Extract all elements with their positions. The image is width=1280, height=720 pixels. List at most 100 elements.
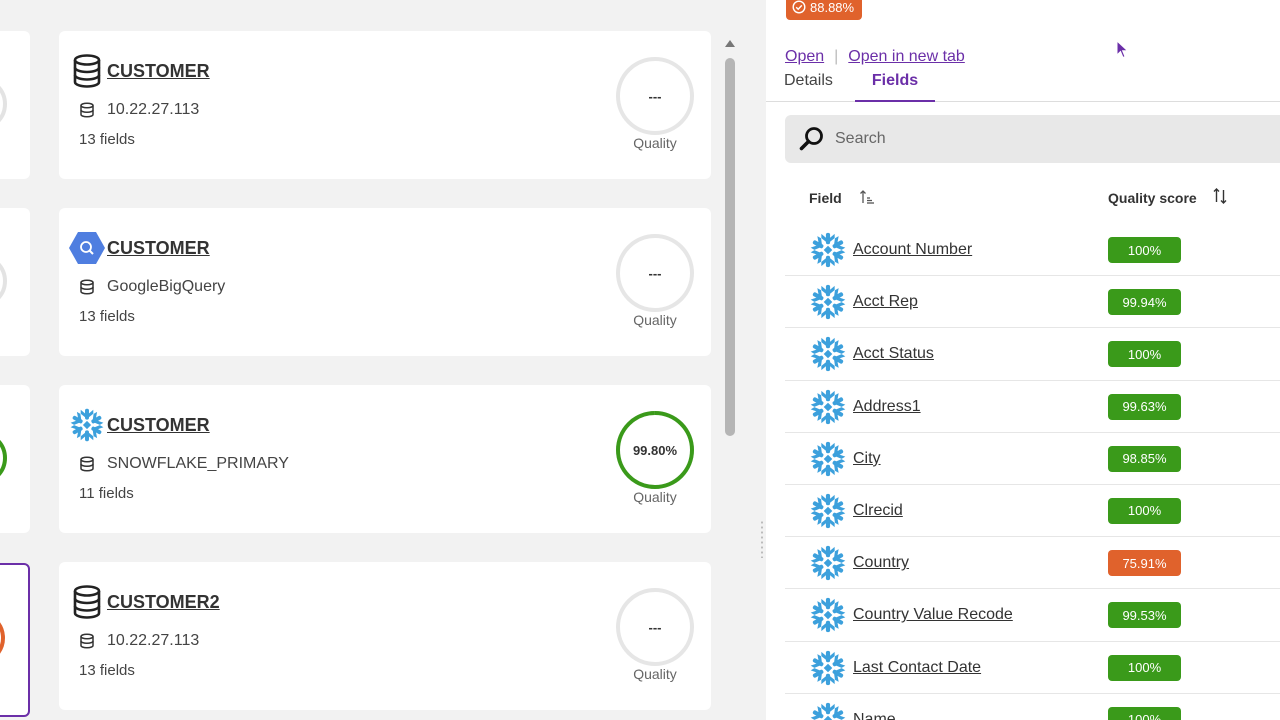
quality-score-badge: 100% — [1108, 497, 1181, 524]
partial-card-1[interactable] — [0, 31, 30, 179]
snowflake-icon — [809, 544, 847, 582]
table-row[interactable]: Name 100% — [785, 694, 1280, 720]
fields-table-body: Account Number 100% Acct Rep 99.94% Acct Sta… — [785, 224, 1280, 720]
card-title[interactable]: CUSTOMER — [107, 238, 210, 259]
table-row[interactable]: Last Contact Date 100% — [785, 642, 1280, 694]
dataset-card[interactable]: CUSTOMER2 10.22.27.113 13 fields --- Qua… — [59, 562, 711, 710]
card-source-text: GoogleBigQuery — [107, 278, 226, 295]
database-small-icon — [80, 633, 94, 649]
card-title[interactable]: CUSTOMER — [107, 415, 210, 436]
quality-score-badge: 99.53% — [1108, 602, 1181, 629]
table-row[interactable]: City 98.85% — [785, 433, 1280, 485]
quality-ring-partial — [0, 439, 7, 477]
quality-label: Quality — [633, 666, 677, 682]
snowflake-icon — [809, 492, 847, 530]
field-name-link[interactable]: Acct Rep — [853, 293, 918, 311]
field-name-link[interactable]: Account Number — [853, 241, 972, 259]
dataset-card[interactable]: CUSTOMER 10.22.27.113 13 fields --- Qual… — [59, 31, 711, 179]
field-name-link[interactable]: Country — [853, 554, 909, 572]
bigquery-icon — [69, 230, 105, 266]
table-row[interactable]: Acct Status 100% — [785, 328, 1280, 381]
scrollbar-thumb[interactable] — [725, 58, 735, 436]
card-title-row: CUSTOMER2 — [69, 584, 220, 620]
card-source: SNOWFLAKE_PRIMARY — [79, 455, 289, 473]
snowflake-icon — [809, 440, 847, 478]
snowflake-icon — [809, 335, 847, 373]
card-source-text: 10.22.27.113 — [107, 101, 200, 118]
snowflake-icon — [809, 231, 847, 269]
snowflake-icon — [809, 283, 847, 321]
dataset-card[interactable]: CUSTOMER GoogleBigQuery 13 fields --- Qu… — [59, 208, 711, 356]
search-input[interactable] — [835, 130, 1235, 148]
table-row[interactable]: Country Value Recode 99.53% — [785, 589, 1280, 642]
snowflake-icon — [809, 701, 847, 720]
field-name-link[interactable]: Acct Status — [853, 345, 934, 363]
card-title[interactable]: CUSTOMER — [107, 61, 210, 82]
card-field-count: 13 fields — [79, 308, 135, 325]
snowflake-icon — [809, 649, 847, 687]
quality-ring-partial — [0, 622, 5, 654]
field-name-link[interactable]: Country Value Recode — [853, 606, 1013, 624]
snowflake-icon — [809, 388, 847, 426]
quality-badge: 88.88% — [786, 0, 863, 20]
quality-score-badge: 99.94% — [1108, 289, 1181, 316]
quality-score-badge: 100% — [1108, 654, 1181, 681]
dataset-list-panel: CUSTOMER 10.22.27.113 13 fields --- Qual… — [0, 0, 740, 720]
column-header-field[interactable]: Field — [809, 190, 842, 206]
panel-splitter[interactable] — [740, 0, 766, 720]
open-links: Open | Open in new tab — [785, 48, 965, 66]
sort-ascending-icon[interactable] — [859, 188, 875, 206]
table-row[interactable]: Country 75.91% — [785, 537, 1280, 590]
table-row[interactable]: Address1 99.63% — [785, 381, 1280, 433]
quality-score-badge: 100% — [1108, 341, 1181, 368]
card-title[interactable]: CUSTOMER2 — [107, 592, 220, 613]
partial-card-2[interactable] — [0, 208, 30, 356]
dataset-detail-panel: 88.88% Open | Open in new tab Details Fi… — [766, 0, 1280, 720]
card-source: 10.22.27.113 — [79, 632, 199, 650]
field-name-link[interactable]: City — [853, 450, 881, 468]
quality-score-badge: 100% — [1108, 237, 1181, 263]
open-new-tab-link[interactable]: Open in new tab — [848, 48, 965, 66]
field-name-link[interactable]: Clrecid — [853, 502, 903, 520]
tab-details[interactable]: Details — [784, 72, 833, 102]
quality-label: Quality — [633, 489, 677, 505]
open-link[interactable]: Open — [785, 48, 824, 66]
sort-both-icon[interactable] — [1212, 187, 1228, 205]
card-field-count: 13 fields — [79, 131, 135, 148]
splitter-grip-icon[interactable] — [760, 520, 764, 558]
link-separator: | — [834, 48, 839, 65]
quality-label: Quality — [633, 135, 677, 151]
field-name-link[interactable]: Name — [853, 711, 896, 720]
card-title-row: CUSTOMER — [69, 230, 210, 266]
tab-fields[interactable]: Fields — [855, 72, 935, 102]
table-row[interactable]: Acct Rep 99.94% — [785, 276, 1280, 329]
fields-table-header: Field Quality score — [809, 186, 1269, 210]
detail-tabs: Details Fields — [766, 70, 1280, 102]
card-source-text: SNOWFLAKE_PRIMARY — [107, 455, 289, 472]
field-name-link[interactable]: Last Contact Date — [853, 659, 981, 677]
table-row[interactable]: Account Number 100% — [785, 224, 1280, 277]
database-small-icon — [80, 279, 94, 295]
partial-card-4-selected[interactable] — [0, 563, 30, 717]
column-header-quality[interactable]: Quality score — [1108, 190, 1197, 206]
quality-score-badge: 100% — [1108, 706, 1181, 720]
database-small-icon — [80, 456, 94, 472]
quality-ring-partial — [0, 85, 7, 123]
field-name-link[interactable]: Address1 — [853, 398, 921, 416]
quality-badge-text: 88.88% — [810, 0, 855, 15]
partial-card-3[interactable] — [0, 385, 30, 533]
card-source: GoogleBigQuery — [79, 278, 225, 296]
quality-value: 99.80% — [632, 442, 678, 458]
search-box[interactable] — [785, 115, 1280, 163]
card-source: 10.22.27.113 — [79, 101, 199, 119]
card-source-text: 10.22.27.113 — [107, 632, 200, 649]
card-field-count: 11 fields — [79, 485, 134, 502]
scroll-up-arrow[interactable] — [725, 40, 735, 47]
quality-value: --- — [648, 88, 662, 104]
snowflake-icon — [809, 596, 847, 634]
dataset-card[interactable]: CUSTOMER SNOWFLAKE_PRIMARY 11 fields 99.… — [59, 385, 711, 533]
table-row[interactable]: Clrecid 100% — [785, 485, 1280, 538]
card-field-count: 13 fields — [79, 662, 135, 679]
check-circle-icon — [792, 0, 806, 14]
card-title-row: CUSTOMER — [69, 53, 210, 89]
